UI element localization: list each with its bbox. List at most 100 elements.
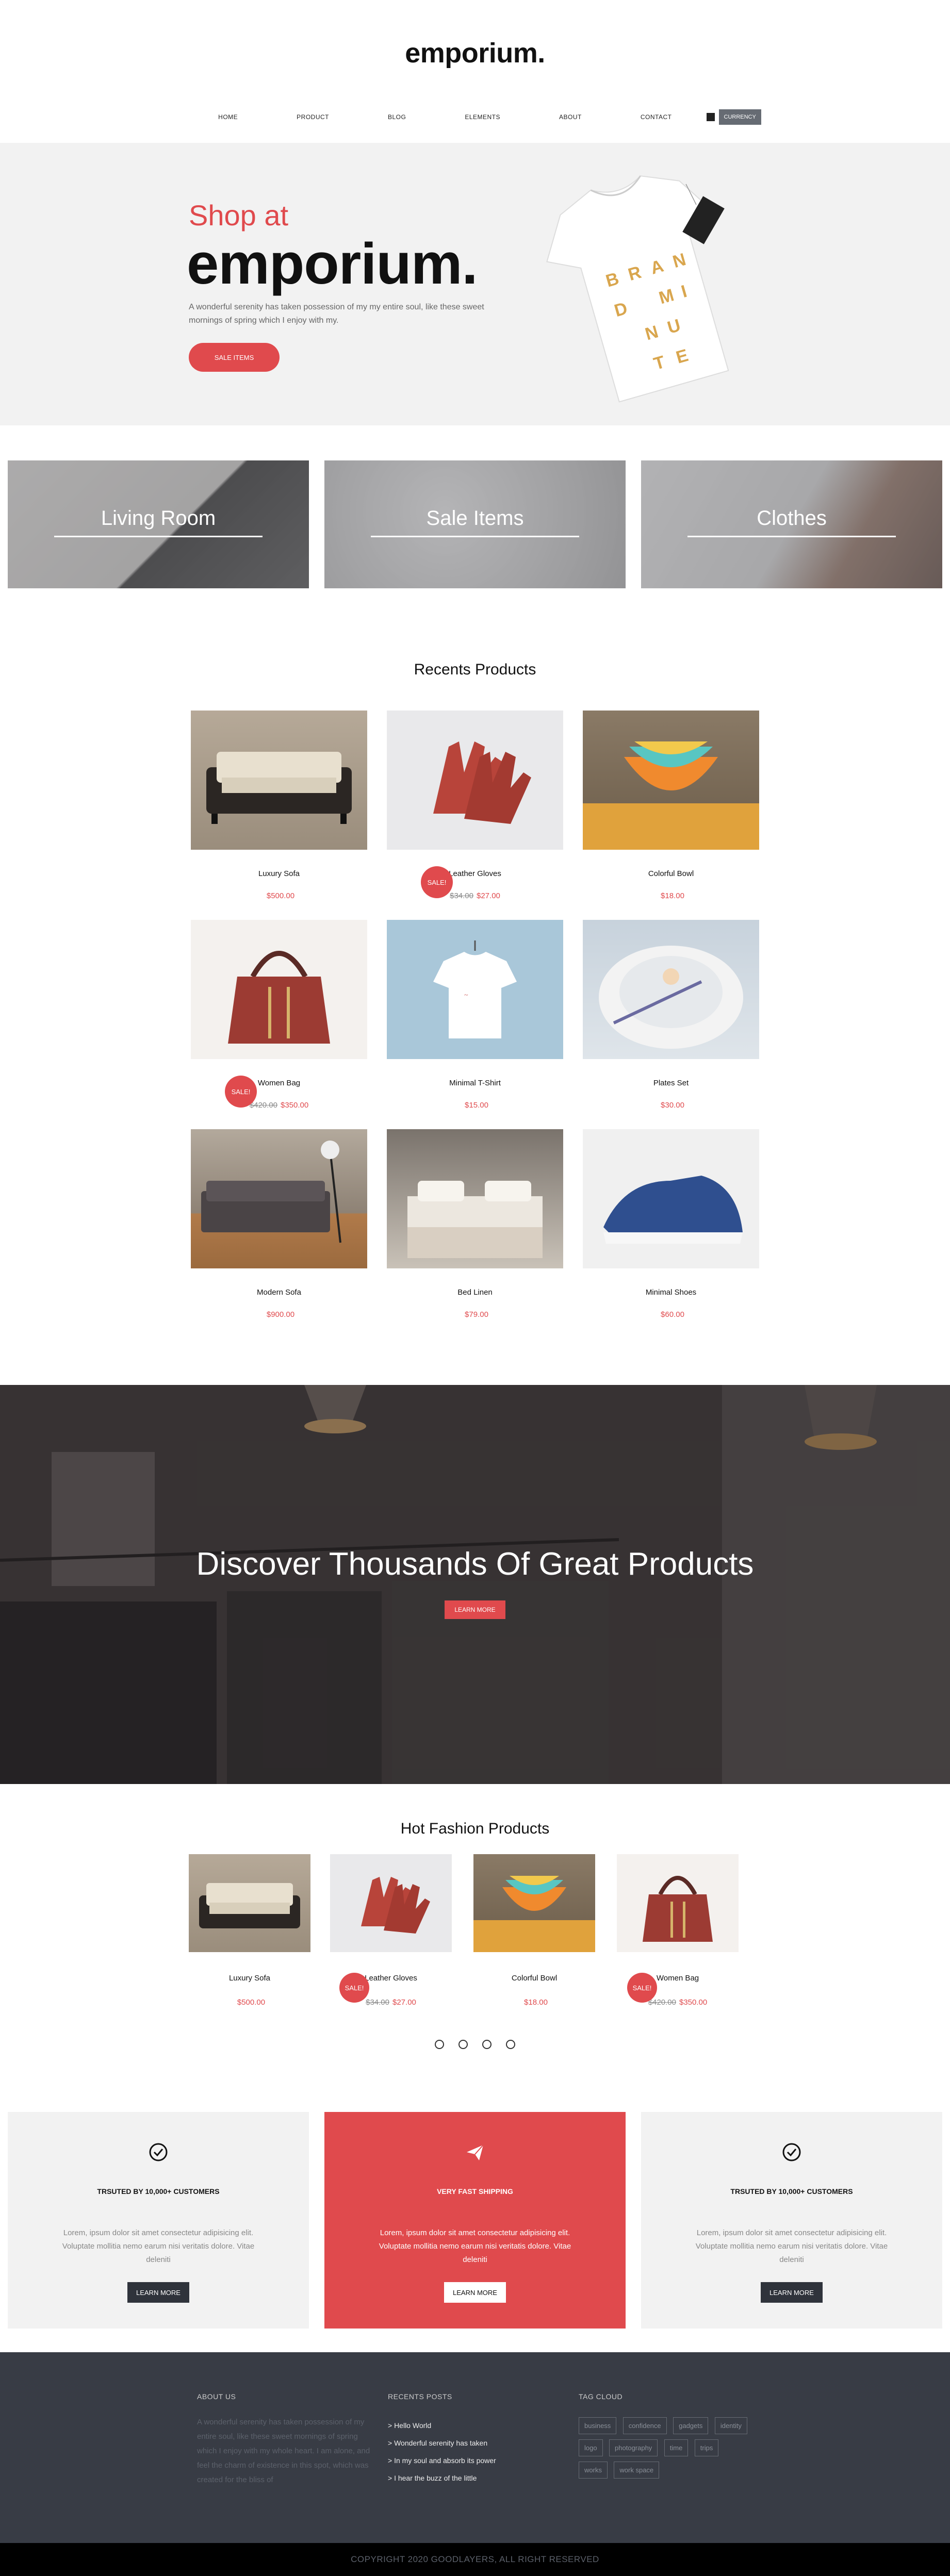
- product-price: $500.00: [191, 891, 367, 900]
- product-price: $30.00: [583, 1101, 759, 1110]
- product-name[interactable]: Bed Linen: [387, 1288, 563, 1297]
- product-name[interactable]: Leather Gloves: [387, 869, 563, 878]
- product-card[interactable]: Minimal Shoes $60.00: [583, 1129, 759, 1319]
- tag-link[interactable]: business: [579, 2417, 617, 2434]
- sale-badge: SALE!: [627, 1973, 657, 2003]
- product-card[interactable]: Leather Gloves $34.00 $27.00: [387, 711, 563, 900]
- tag-link[interactable]: photography: [609, 2439, 658, 2456]
- product-name[interactable]: Minimal T-Shirt: [387, 1079, 563, 1087]
- gloves-icon: [361, 1877, 430, 1934]
- product-card[interactable]: ~ Minimal T-Shirt $15.00: [387, 920, 563, 1110]
- recent-post-link[interactable]: > I hear the buzz of the little: [388, 2474, 477, 2482]
- product-name[interactable]: Colorful Bowl: [473, 1974, 595, 1983]
- banner-background-image: [0, 1385, 950, 1784]
- carousel-dot[interactable]: [435, 2040, 444, 2049]
- feature-learn-more-button[interactable]: LEARN MORE: [761, 2282, 823, 2303]
- category-clothes[interactable]: Clothes: [641, 460, 942, 588]
- product-card[interactable]: Colorful Bowl $18.00: [473, 1854, 595, 2007]
- tshirt-image: B R A N D M I N U T E: [546, 175, 729, 403]
- product-image[interactable]: ~: [387, 920, 563, 1059]
- carousel-dot[interactable]: [482, 2040, 492, 2049]
- current-price: $350.00: [281, 1101, 309, 1110]
- carousel-dot[interactable]: [506, 2040, 515, 2049]
- product-image[interactable]: [583, 1129, 759, 1268]
- product-card[interactable]: Bed Linen $79.00: [387, 1129, 563, 1319]
- recent-post-link[interactable]: > In my soul and absorb its power: [388, 2456, 496, 2465]
- nav-elements[interactable]: ELEMENTS: [435, 113, 530, 121]
- product-image[interactable]: [387, 711, 563, 850]
- product-image[interactable]: [191, 711, 367, 850]
- category-label: Clothes: [757, 507, 827, 530]
- carousel-dot[interactable]: [458, 2040, 468, 2049]
- tag-link[interactable]: time: [664, 2439, 689, 2456]
- tag-link[interactable]: logo: [579, 2439, 603, 2456]
- tag-link[interactable]: confidence: [623, 2417, 667, 2434]
- tag-cloud-heading: TAG CLOUD: [579, 2392, 623, 2401]
- current-price: $500.00: [266, 891, 295, 900]
- feature-text: Lorem, ipsum dolor sit amet consectetur …: [62, 2228, 255, 2264]
- category-label: Living Room: [101, 507, 216, 530]
- feature-text: Lorem, ipsum dolor sit amet consectetur …: [695, 2228, 888, 2264]
- current-price: $18.00: [524, 1998, 548, 2007]
- product-price: $18.00: [583, 891, 759, 900]
- feature-learn-more-button[interactable]: LEARN MORE: [444, 2282, 506, 2303]
- product-name[interactable]: Colorful Bowl: [583, 869, 759, 878]
- product-image[interactable]: [617, 1854, 739, 1952]
- category-living-room[interactable]: Living Room: [8, 460, 309, 588]
- product-name[interactable]: Women Bag: [191, 1079, 367, 1087]
- product-image[interactable]: [330, 1854, 452, 1952]
- tag-link[interactable]: work space: [614, 2462, 660, 2479]
- feature-box: VERY FAST SHIPPING Lorem, ipsum dolor si…: [324, 2112, 626, 2329]
- product-name[interactable]: Modern Sofa: [191, 1288, 367, 1297]
- feature-box: TRSUTED BY 10,000+ CUSTOMERS Lorem, ipsu…: [641, 2112, 942, 2329]
- nav-about[interactable]: ABOUT: [530, 113, 611, 121]
- product-card[interactable]: Modern Sofa $900.00: [191, 1129, 367, 1319]
- product-card[interactable]: Plates Set $30.00: [583, 920, 759, 1110]
- about-us-text: A wonderful serenity has taken possessio…: [197, 2418, 370, 2484]
- tag-link[interactable]: gadgets: [673, 2417, 709, 2434]
- product-card[interactable]: Luxury Sofa $500.00: [191, 711, 367, 900]
- svg-text:~: ~: [464, 992, 468, 999]
- product-card[interactable]: Luxury Sofa $500.00: [189, 1854, 310, 2007]
- product-image[interactable]: [473, 1854, 595, 1952]
- sale-items-button[interactable]: SALE ITEMS: [189, 343, 280, 372]
- tag-link[interactable]: identity: [714, 2417, 748, 2434]
- bowl-icon: [583, 741, 759, 850]
- current-price: $500.00: [237, 1998, 266, 2007]
- nav-home[interactable]: HOME: [189, 113, 267, 121]
- feature-learn-more-button[interactable]: LEARN MORE: [127, 2282, 189, 2303]
- product-image[interactable]: [191, 920, 367, 1059]
- sale-badge: SALE!: [421, 866, 453, 898]
- nav-contact[interactable]: CONTACT: [611, 113, 701, 121]
- product-image[interactable]: [189, 1854, 310, 1952]
- category-sale-items[interactable]: Sale Items: [324, 460, 626, 588]
- product-card[interactable]: Colorful Bowl $18.00: [583, 711, 759, 900]
- cart-icon[interactable]: [706, 113, 715, 121]
- product-name[interactable]: Plates Set: [583, 1079, 759, 1087]
- banner-learn-more-button[interactable]: LEARN MORE: [445, 1600, 505, 1619]
- product-card[interactable]: Women Bag $420.00 $350.00: [191, 920, 367, 1110]
- site-logo[interactable]: emporium.: [0, 37, 950, 69]
- nav-product[interactable]: PRODUCT: [267, 113, 358, 121]
- product-image[interactable]: [387, 1129, 563, 1268]
- product-name[interactable]: Luxury Sofa: [189, 1974, 310, 1983]
- product-image[interactable]: [583, 920, 759, 1059]
- check-circle-icon: [782, 2143, 801, 2161]
- product-name[interactable]: Luxury Sofa: [191, 869, 367, 878]
- tag-link[interactable]: trips: [694, 2439, 719, 2456]
- product-name[interactable]: Minimal Shoes: [583, 1288, 759, 1297]
- feature-title: TRSUTED BY 10,000+ CUSTOMERS: [97, 2187, 220, 2195]
- discover-banner: Discover Thousands Of Great Products LEA…: [0, 1385, 950, 1784]
- nav-blog[interactable]: BLOG: [358, 113, 435, 121]
- product-price: $60.00: [583, 1310, 759, 1319]
- currency-button[interactable]: CURRENCY: [718, 109, 761, 125]
- recent-post-link[interactable]: > Hello World: [388, 2421, 431, 2430]
- banner-title: Discover Thousands Of Great Products: [196, 1546, 754, 1582]
- old-price: $34.00: [366, 1998, 389, 2007]
- bed-icon: [407, 1181, 543, 1258]
- recent-post-link[interactable]: > Wonderful serenity has taken: [388, 2439, 487, 2447]
- product-image[interactable]: [191, 1129, 367, 1268]
- tag-link[interactable]: works: [579, 2462, 608, 2479]
- product-image[interactable]: [583, 711, 759, 850]
- current-price: $18.00: [661, 891, 684, 900]
